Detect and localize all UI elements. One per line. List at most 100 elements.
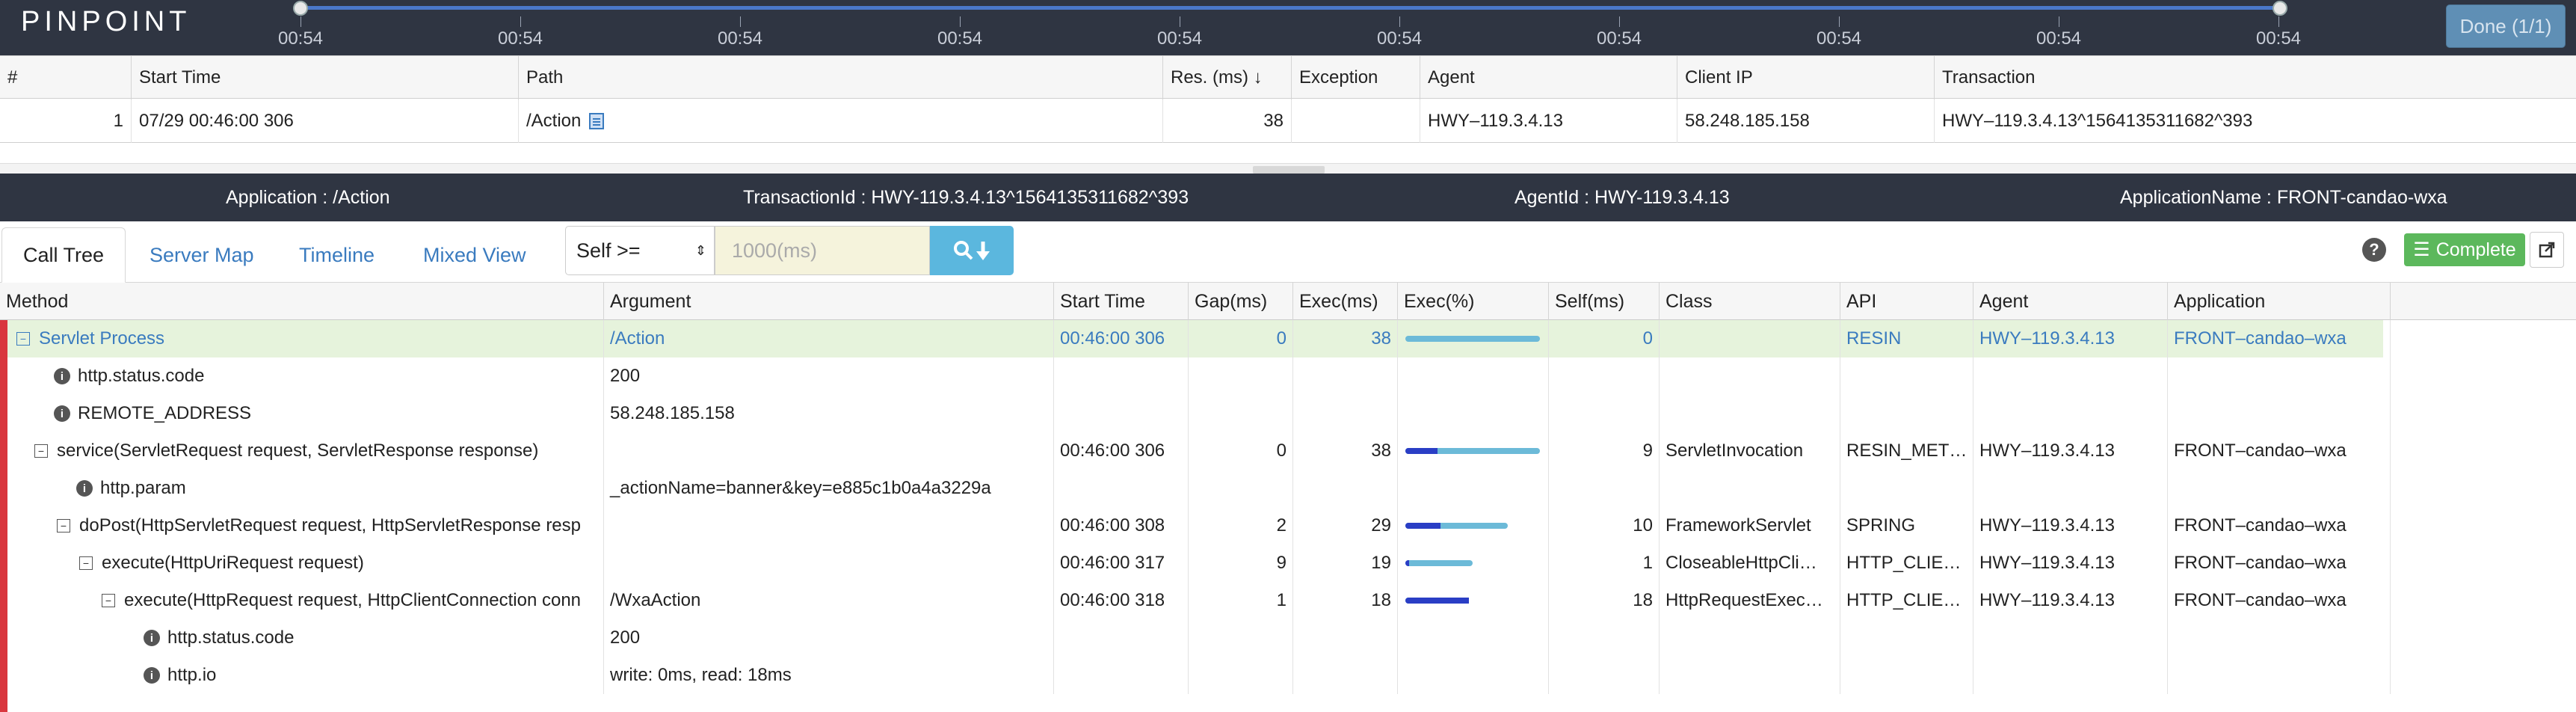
self-filter-select[interactable]: Self >= ⇕ [565,226,715,275]
ct-cell-class: FrameworkServlet [1660,507,1840,544]
col-client-ip[interactable]: Client IP [1677,56,1935,99]
external-link-button[interactable] [2530,232,2564,268]
ct-cell-start-time [1054,619,1189,657]
complete-button[interactable]: ☰ Complete [2404,233,2525,266]
ct-cell-agent: HWY–119.3.4.13 [1973,582,2168,619]
call-tree-row[interactable]: − Servlet Process/Action 00:46:00 306 0 38 0 R… [7,320,2391,357]
col-exception[interactable]: Exception [1292,56,1420,99]
ct-cell-argument [604,544,1054,582]
ct-cell-class [1660,657,1840,694]
call-tree-row[interactable]: i http.io write: 0ms, read: 18ms [7,657,2391,694]
method-name: http.status.code [78,366,205,386]
view-tabs: Call Tree Server Map Timeline Mixed View [0,221,2576,283]
tx-client-ip: 58.248.185.158 [1677,99,1935,143]
ct-cell-self [1549,619,1660,657]
threshold-input[interactable]: 1000(ms) [715,226,930,275]
call-tree-row[interactable]: − execute(HttpUriRequest request) 00:46:00… [7,544,2391,582]
error-indicator-bar [0,320,7,712]
ct-col-gap[interactable]: Gap(ms) [1189,283,1293,320]
help-icon[interactable]: ? [2362,238,2386,262]
ct-col-start-time[interactable]: Start Time [1054,283,1189,320]
ct-cell-gap [1189,619,1293,657]
col-path[interactable]: Path [519,56,1163,99]
ct-cell-method: i REMOTE_ADDRESS [7,395,604,432]
timeline-range-slider[interactable] [301,6,2280,10]
timeline-tick [1619,16,1620,27]
ct-col-agent[interactable]: Agent [1973,283,2168,320]
list-icon: ☰ [2413,239,2430,260]
document-icon[interactable] [588,112,605,130]
tx-agent: HWY–119.3.4.13 [1420,99,1677,143]
call-tree-row[interactable]: − service(ServletRequest request, Servlet… [7,432,2391,470]
ct-cell-application [2168,619,2391,657]
ct-col-class[interactable]: Class [1660,283,1840,320]
col-index[interactable]: # [0,56,132,99]
col-agent[interactable]: Agent [1420,56,1677,99]
ct-cell-gap: 9 [1189,544,1293,582]
ct-cell-api: HTTP_CLIE… [1840,582,1973,619]
method-name: execute(HttpRequest request, HttpClientC… [124,590,582,610]
ct-cell-argument: 200 [604,357,1054,395]
ct-cell-application: FRONT–candao–wxa [2168,320,2391,357]
tab-call-tree[interactable]: Call Tree [1,227,126,283]
ct-cell-method: i http.status.code [7,619,604,657]
ct-cell-self: 10 [1549,507,1660,544]
ct-col-api[interactable]: API [1840,283,1973,320]
timeline-start-handle[interactable] [293,1,308,16]
ct-col-application[interactable]: Application [2168,283,2391,320]
splitter-grip[interactable] [1253,166,1325,174]
ct-cell-method: − service(ServletRequest request, Servlet… [7,432,604,470]
timeline-end-handle[interactable] [2273,1,2287,16]
collapse-toggle-icon[interactable]: − [57,519,70,533]
ct-cell-start-time [1054,395,1189,432]
done-button[interactable]: Done (1/1) [2446,4,2566,48]
ct-cell-argument: 200 [604,619,1054,657]
col-response-time[interactable]: Res. (ms) ↓ [1163,56,1292,99]
tab-timeline[interactable]: Timeline [278,227,395,283]
ct-cell-argument: /Action [604,320,1054,357]
ct-cell-exec: 19 [1293,544,1398,582]
call-tree-row[interactable]: i http.param _actionName=banner&key=e885c1… [7,470,2391,507]
timeline-tick [1839,16,1840,27]
tab-mixed-view[interactable]: Mixed View [402,227,547,283]
ct-cell-self [1549,657,1660,694]
transaction-row[interactable]: 1 07/29 00:46:00 306 /Action 38 HWY–119.… [0,99,2576,143]
call-tree-row[interactable]: − doPost(HttpServletRequest request, Http… [7,507,2391,544]
timeline-tick-label: 00:54 [277,28,324,49]
ct-cell-exec-percent [1398,432,1549,470]
ct-col-self[interactable]: Self(ms) [1549,283,1660,320]
ct-cell-api: RESIN [1840,320,1973,357]
timeline-tick-label: 00:54 [1816,28,1862,49]
ct-cell-start-time [1054,470,1189,507]
tab-server-map[interactable]: Server Map [129,227,275,283]
ct-cell-self: 9 [1549,432,1660,470]
ct-col-method[interactable]: Method [0,283,604,320]
ct-col-argument[interactable]: Argument [604,283,1054,320]
ct-cell-application [2168,395,2391,432]
ct-cell-gap: 2 [1189,507,1293,544]
ct-cell-method: i http.param [7,470,604,507]
collapse-toggle-icon[interactable]: − [79,556,93,570]
external-link-icon [2539,242,2555,258]
ct-cell-argument: _actionName=banner&key=e885c1b0a4a3229a [604,470,1054,507]
collapse-toggle-icon[interactable]: − [16,332,30,346]
search-button[interactable] [930,226,1014,275]
col-start-time[interactable]: Start Time [132,56,519,99]
ct-cell-exec [1293,357,1398,395]
ct-cell-argument: 58.248.185.158 [604,395,1054,432]
ct-cell-self: 0 [1549,320,1660,357]
call-tree-row[interactable]: − execute(HttpRequest request, HttpClient… [7,582,2391,619]
tx-exception [1292,99,1420,143]
col-transaction[interactable]: Transaction [1935,56,2576,99]
call-tree-row[interactable]: i http.status.code 200 [7,619,2391,657]
self-percent-bar [1405,448,1438,454]
ct-col-exec-percent[interactable]: Exec(%) [1398,283,1549,320]
timeline-tick-label: 00:54 [717,28,763,49]
collapse-toggle-icon[interactable]: − [102,594,115,607]
call-tree-row[interactable]: i http.status.code 200 [7,357,2391,395]
ct-col-exec[interactable]: Exec(ms) [1293,283,1398,320]
collapse-toggle-icon[interactable]: − [34,444,48,458]
ct-cell-application [2168,357,2391,395]
call-tree-row[interactable]: i REMOTE_ADDRESS 58.248.185.158 [7,395,2391,432]
method-name: http.io [167,665,217,685]
